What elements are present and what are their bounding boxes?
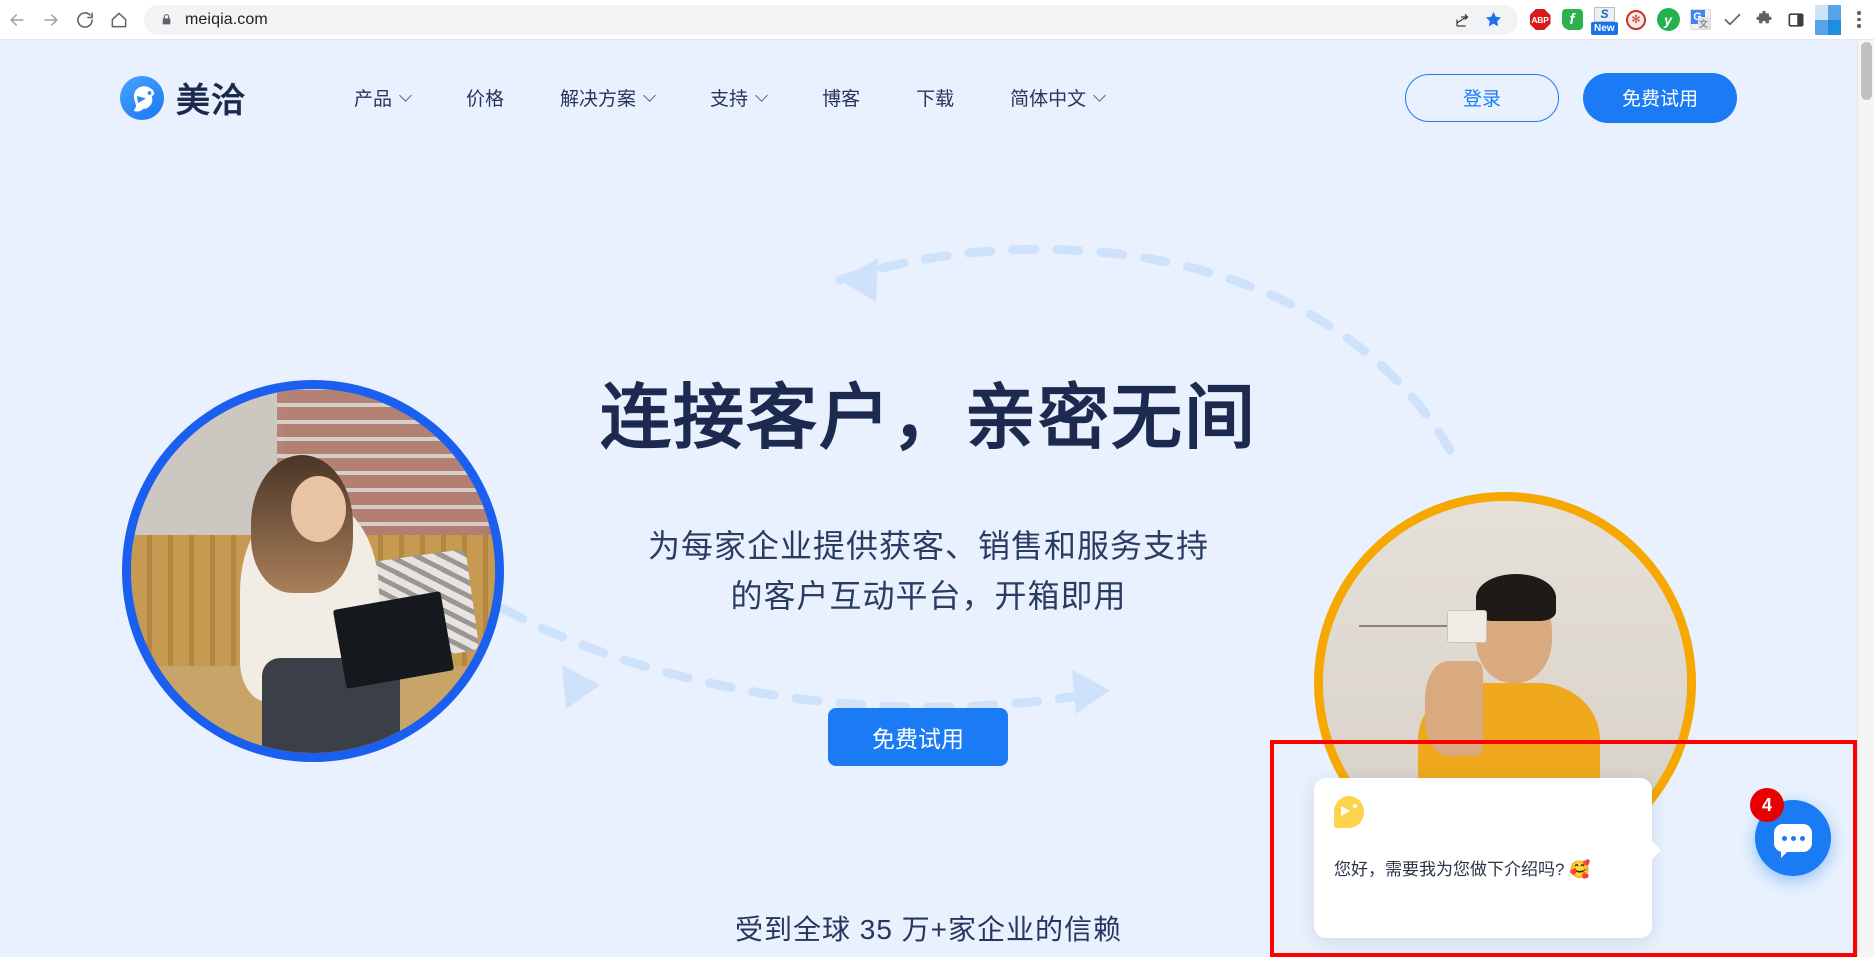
chrome-menu-icon[interactable] <box>1844 3 1874 37</box>
nav-item-products[interactable]: 产品 <box>354 84 412 111</box>
nav-item-pricing[interactable]: 价格 <box>466 84 504 111</box>
brand-logo[interactable]: 美洽 <box>120 73 246 122</box>
hero-subtitle-line-1: 为每家企业提供获客、销售和服务支持 <box>647 528 1209 564</box>
forward-arrow-icon[interactable] <box>34 3 68 37</box>
chevron-down-icon <box>1093 88 1106 102</box>
nav-label: 简体中文 <box>1010 89 1087 110</box>
chevron-down-icon <box>755 88 768 102</box>
header-actions: 登录 免费试用 <box>1405 72 1737 123</box>
nav-item-blog[interactable]: 博客 <box>822 84 860 111</box>
home-icon[interactable] <box>102 3 136 37</box>
reload-icon[interactable] <box>68 3 102 37</box>
google-translate-icon[interactable]: G文 <box>1684 3 1716 37</box>
address-bar[interactable]: meiqia.com <box>144 4 1518 35</box>
nav-label: 解决方案 <box>560 89 637 110</box>
profile-avatar-icon[interactable] <box>1812 3 1844 37</box>
nav-item-download[interactable]: 下载 <box>916 84 954 111</box>
nav-item-language[interactable]: 简体中文 <box>1010 84 1106 111</box>
site-header: 美洽 产品 价格 解决方案 支持 博客 下载 简体中文 登录 免费试用 <box>0 40 1857 155</box>
nav-label: 支持 <box>710 89 749 110</box>
nav-label: 博客 <box>822 89 861 110</box>
scrollbar-thumb[interactable] <box>1861 42 1872 100</box>
snipaste-icon[interactable]: S New <box>1588 3 1620 37</box>
nav-item-support[interactable]: 支持 <box>710 84 768 111</box>
chat-greeting-bubble[interactable]: 您好，需要我为您做下介绍吗? 🥰 <box>1314 778 1661 938</box>
adblock-plus-icon[interactable]: ABP <box>1524 3 1556 37</box>
nav-label: 产品 <box>354 89 393 110</box>
main-navigation: 产品 价格 解决方案 支持 博客 下载 简体中文 <box>354 84 1106 111</box>
bookmark-star-icon[interactable] <box>1478 5 1508 35</box>
parrot-avatar-icon <box>1334 796 1364 828</box>
nav-item-solutions[interactable]: 解决方案 <box>560 84 656 111</box>
parrot-logo-icon <box>120 75 164 120</box>
chevron-down-icon <box>399 88 412 102</box>
hero-title: 连接客户，亲密无间 <box>599 379 1257 458</box>
nav-label: 下载 <box>916 89 955 110</box>
checkmark-icon[interactable] <box>1716 3 1748 37</box>
login-button[interactable]: 登录 <box>1405 73 1559 122</box>
hero-subtitle: 为每家企业提供获客、销售和服务支持 的客户互动平台，开箱即用 <box>0 522 1857 621</box>
page-scrollbar[interactable] <box>1857 40 1874 957</box>
nav-label: 价格 <box>466 89 505 110</box>
puzzle-extensions-icon[interactable] <box>1748 3 1780 37</box>
hero-subtitle-line-2: 的客户互动平台，开箱即用 <box>730 577 1127 614</box>
page-viewport: 美洽 产品 价格 解决方案 支持 博客 下载 简体中文 登录 免费试用 连接客户… <box>0 40 1874 957</box>
brand-name: 美洽 <box>176 82 246 120</box>
share-icon[interactable] <box>1448 5 1478 35</box>
feedly-icon[interactable]: f <box>1556 3 1588 37</box>
free-trial-button-hero[interactable]: 免费试用 <box>828 708 1008 766</box>
chat-greeting-text: 您好，需要我为您做下介绍吗? 🥰 <box>1334 860 1591 879</box>
side-panel-icon[interactable] <box>1780 3 1812 37</box>
free-trial-button-header[interactable]: 免费试用 <box>1583 72 1737 123</box>
youdao-icon[interactable]: y <box>1652 3 1684 37</box>
chat-bubble-icon <box>1774 824 1812 858</box>
chat-unread-badge: 4 <box>1750 788 1784 822</box>
chevron-down-icon <box>643 88 656 102</box>
back-arrow-icon[interactable] <box>0 3 34 37</box>
browser-toolbar: meiqia.com ABP f SNew ✻ y G文 <box>0 0 1874 40</box>
extension-red-icon[interactable]: ✻ <box>1620 3 1652 37</box>
lock-icon <box>160 12 173 27</box>
url-text: meiqia.com <box>185 10 268 28</box>
